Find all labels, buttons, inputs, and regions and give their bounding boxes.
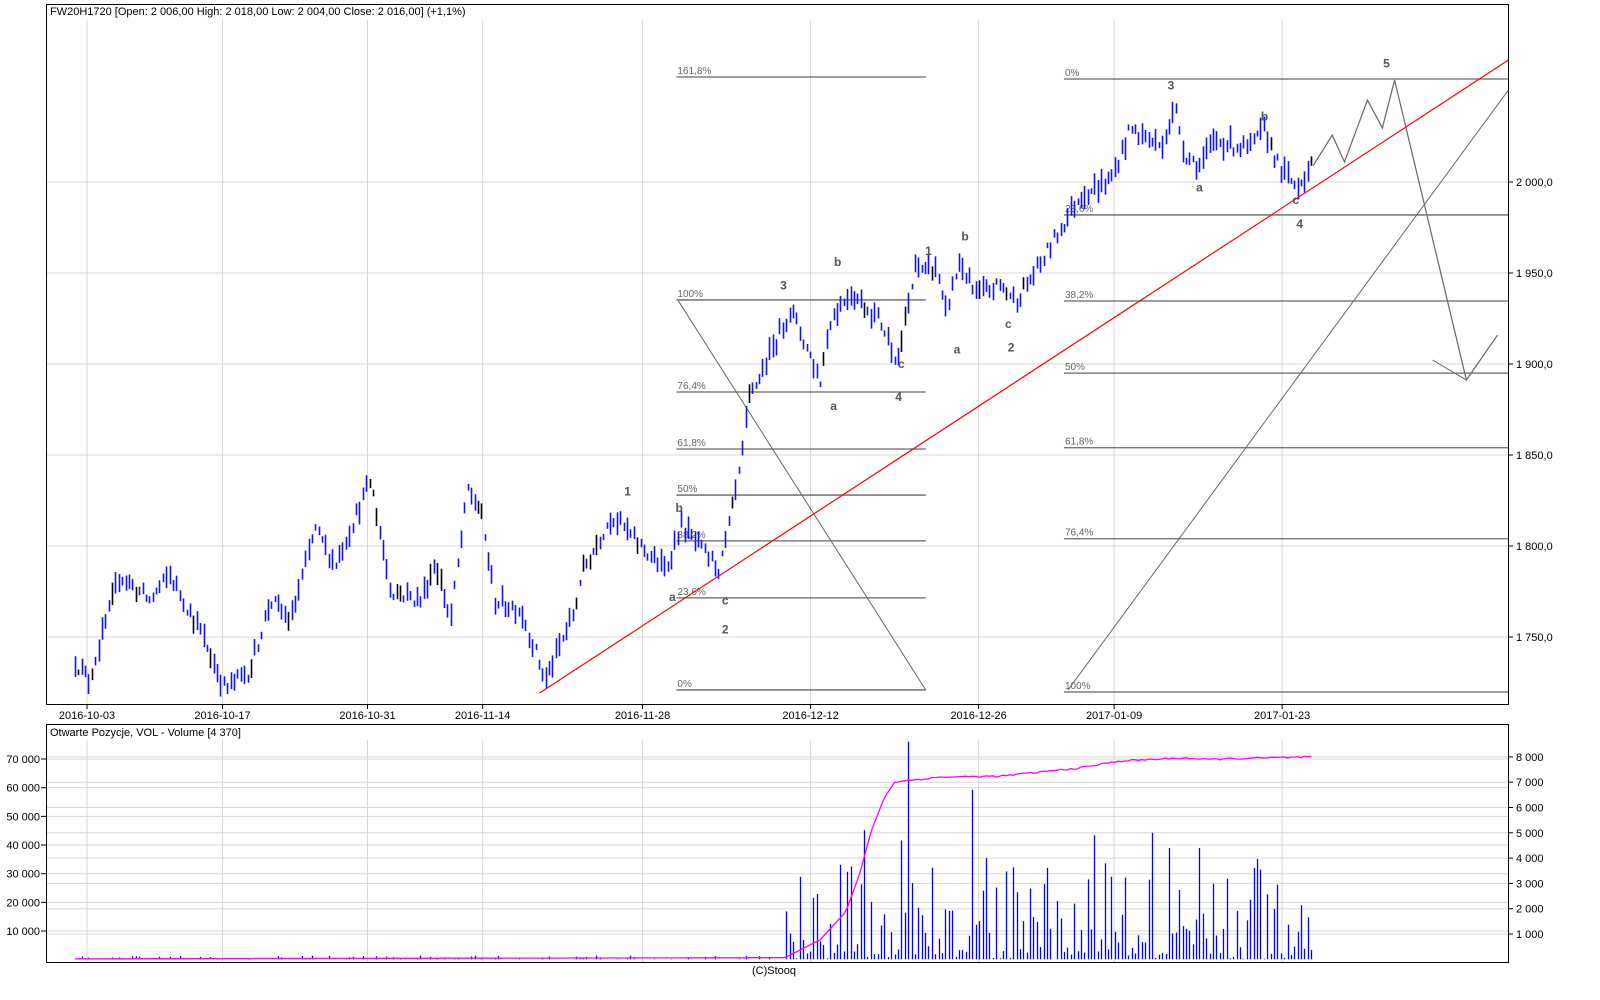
price-panel-border (46, 4, 1509, 705)
wave-label: a (830, 399, 837, 413)
x-tick-label: 2016-12-12 (782, 710, 838, 722)
fib-level-label: 100% (1065, 681, 1091, 692)
fib-level-label: 100% (677, 289, 703, 300)
x-tick-label: 2016-12-26 (950, 710, 1006, 722)
volume-panel-border (46, 724, 1509, 963)
wave-label: 5 (1383, 57, 1390, 71)
price-panel-title: FW20H1720 [Open: 2 006,00 High: 2 018,00… (50, 6, 466, 18)
fib-level-label: 0% (677, 679, 692, 690)
x-tick-label: 2017-01-23 (1254, 710, 1310, 722)
wave-label: c (722, 594, 729, 608)
oi-tick-label: 30 000 (6, 869, 40, 881)
wave-label: 4 (895, 390, 902, 404)
x-tick-label: 2016-10-31 (339, 710, 395, 722)
volume-tick-label: 3 000 (1516, 878, 1544, 890)
wave-label: 4 (1296, 217, 1303, 231)
volume-bars (77, 741, 1313, 960)
oi-tick-label: 50 000 (6, 811, 40, 823)
y-tick-label: 1 950,0 (1516, 268, 1553, 280)
fib-level-label: 76,4% (677, 381, 705, 392)
x-tick-label: 2016-10-03 (59, 710, 115, 722)
fib-level-label: 23,6% (677, 587, 705, 598)
y-tick-label: 1 850,0 (1516, 450, 1553, 462)
fib-level-label: 61,8% (677, 438, 705, 449)
copyright: (C)Stooq (752, 965, 797, 977)
oi-tick-label: 40 000 (6, 840, 40, 852)
y-tick-label: 1 900,0 (1516, 359, 1553, 371)
volume-tick-label: 4 000 (1516, 853, 1544, 865)
wave-label: a (1196, 180, 1203, 194)
wave-label: c (1292, 193, 1299, 207)
wave-label: 3 (1168, 79, 1175, 93)
wave-label: a (669, 590, 676, 604)
red-trendline (539, 59, 1509, 694)
oi-tick-label: 70 000 (6, 754, 40, 766)
projected-wave-segment (1432, 359, 1467, 381)
fib-level-label: 0% (1065, 68, 1080, 79)
fib-level-label: 76,4% (1065, 528, 1093, 539)
fib-level-label: 50% (1065, 362, 1085, 373)
wave-label: b (675, 501, 682, 515)
x-tick-label: 2016-10-17 (194, 710, 250, 722)
volume-tick-label: 5 000 (1516, 828, 1544, 840)
fib-level-label: 50% (677, 484, 697, 495)
wave-label: 2 (722, 623, 729, 637)
oi-tick-label: 20 000 (6, 897, 40, 909)
wave-label: 3 (780, 279, 787, 293)
oi-tick-label: 10 000 (6, 926, 40, 938)
fib-level-label: 23,6% (1065, 204, 1093, 215)
fib-level-label: 161,8% (677, 66, 711, 77)
fib-level-label: 38,2% (1065, 290, 1093, 301)
fib-level-label: 61,8% (1065, 437, 1093, 448)
y-tick-label: 2 000,0 (1516, 177, 1553, 189)
y-tick-label: 1 800,0 (1516, 541, 1553, 553)
wave-label: a (954, 342, 961, 356)
volume-tick-label: 2 000 (1516, 904, 1544, 916)
wave-label: c (898, 357, 905, 371)
volume-tick-label: 8 000 (1516, 752, 1544, 764)
oi-tick-label: 60 000 (6, 783, 40, 795)
wave-label: 1 (624, 484, 631, 498)
volume-tick-label: 7 000 (1516, 777, 1544, 789)
volume-tick-label: 6 000 (1516, 803, 1544, 815)
trendline (539, 59, 1509, 694)
x-tick-label: 2016-11-28 (615, 710, 670, 722)
wave-label: b (1261, 109, 1268, 123)
chart-canvas: 161,8%100%76,4%61,8%50%38,2%23,6%0%0%23,… (6, 4, 1553, 963)
wave-label: c (1005, 317, 1012, 331)
volume-tick-label: 1 000 (1516, 929, 1544, 941)
wave-label: b (834, 255, 841, 269)
x-tick-label: 2017-01-09 (1086, 710, 1142, 722)
x-tick-label: 2016-11-14 (455, 710, 510, 722)
fibonacci-levels: 161,8%100%76,4%61,8%50%38,2%23,6%0%0%23,… (676, 66, 1509, 693)
wave-labels: 1 b a c 2 3 b a c 4 1 b a c 2 3 a b c 4 5 (624, 57, 1390, 637)
price-bars (74, 101, 1313, 697)
volume-panel-title: Otwarte Pozycje, VOL - Volume [4 370] (50, 727, 241, 739)
wave-label: 2 (1008, 341, 1015, 355)
y-tick-label: 1 750,0 (1516, 632, 1553, 644)
wave-label: b (961, 230, 968, 244)
wave-label: 1 (925, 244, 932, 258)
